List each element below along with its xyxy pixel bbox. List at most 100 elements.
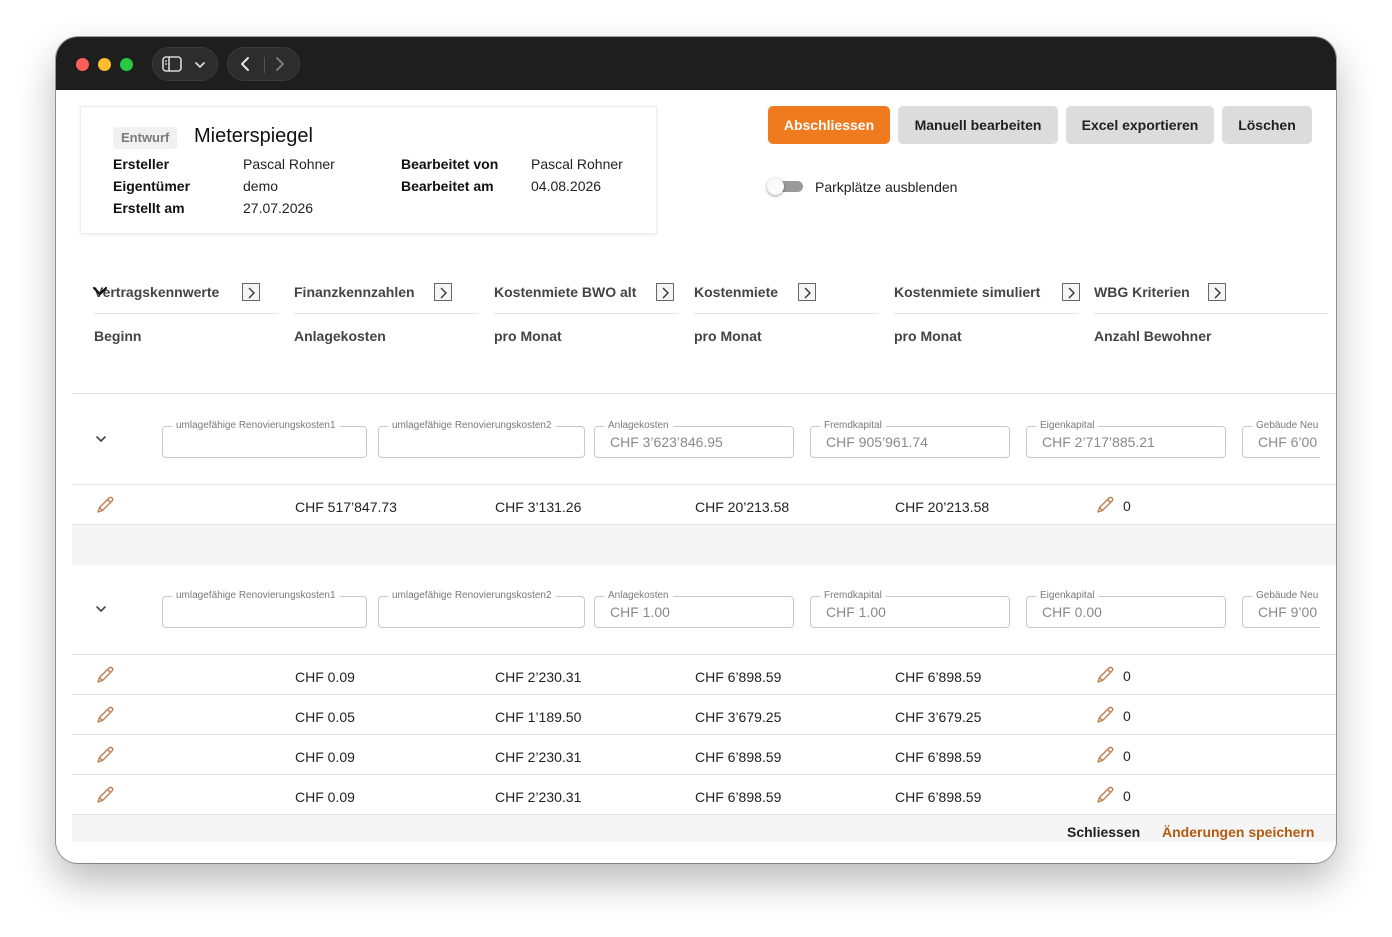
kostenmiete-cell: CHF 3’679.25	[695, 709, 782, 725]
chevron-right-icon	[1068, 287, 1075, 299]
field-value: CHF 1.00	[826, 604, 886, 620]
column-subheader: Anlagekosten	[294, 328, 386, 344]
edit-pencil-icon[interactable]	[1094, 664, 1116, 686]
expand-column-button[interactable]	[434, 283, 452, 301]
collapse-columns-icon[interactable]	[92, 286, 108, 298]
kostenmiete-simuliert-cell: CHF 3’679.25	[895, 709, 982, 725]
edited-by-value: Pascal Rohner	[531, 156, 623, 172]
field-value: CHF 9’00	[1258, 604, 1318, 620]
column-group-title: Finanzkennzahlen	[294, 284, 415, 300]
field-value: CHF 3’623’846.95	[610, 434, 723, 450]
bwo-alt-cell: CHF 2’230.31	[495, 749, 582, 765]
zoom-window-button[interactable]	[120, 58, 133, 71]
field-label: umlagefähige Renovierungskosten2	[388, 590, 556, 602]
expand-column-button[interactable]	[1208, 283, 1226, 301]
group-field[interactable]: Anlagekosten CHF 3’623’846.95	[594, 420, 794, 458]
group-field[interactable]: Fremdkapital CHF 905’961.74	[810, 420, 1010, 458]
edit-pencil-icon[interactable]	[94, 704, 116, 726]
edit-pencil-icon[interactable]	[94, 494, 116, 516]
chevron-right-icon	[1214, 287, 1221, 299]
field-label: umlagefähige Renovierungskosten2	[388, 420, 556, 432]
expand-column-button[interactable]	[798, 283, 816, 301]
bewohner-cell: 0	[1123, 748, 1131, 764]
field-label: Fremdkapital	[820, 420, 886, 432]
save-changes-button[interactable]: Änderungen speichern	[1162, 824, 1314, 840]
kostenmiete-cell: CHF 6’898.59	[695, 669, 782, 685]
edit-pencil-icon[interactable]	[94, 664, 116, 686]
info-card: Entwurf Mieterspiegel Ersteller Pascal R…	[80, 106, 657, 234]
clipped-field-wrapper: Gebäude Neu CHF 6’00	[1242, 416, 1320, 462]
column-subheader: Anzahl Bewohner	[1094, 328, 1212, 344]
close-window-button[interactable]	[76, 58, 89, 71]
table-row: CHF 0.05 CHF 1’189.50 CHF 3’679.25 CHF 3’67…	[72, 695, 1336, 735]
group-field[interactable]: Fremdkapital CHF 1.00	[810, 590, 1010, 628]
expand-column-button[interactable]	[242, 283, 260, 301]
bwo-alt-cell: CHF 3’131.26	[495, 499, 582, 515]
edit-pencil-icon[interactable]	[1094, 744, 1116, 766]
sidebar-toggle-group[interactable]	[152, 47, 218, 81]
expand-column-button[interactable]	[1062, 283, 1080, 301]
clipped-field-wrapper: Gebäude Neu CHF 9’00	[1242, 586, 1320, 632]
group-field[interactable]: Eigenkapital CHF 2’717’885.21	[1026, 420, 1226, 458]
group-field[interactable]: Eigenkapital CHF 0.00	[1026, 590, 1226, 628]
kostenmiete-simuliert-cell: CHF 6’898.59	[895, 789, 982, 805]
toggle-knob	[767, 178, 784, 195]
kostenmiete-simuliert-cell: CHF 20’213.58	[895, 499, 990, 515]
chevron-down-icon[interactable]	[94, 602, 108, 616]
field-label: Eigenkapital	[1036, 590, 1099, 602]
finish-button[interactable]: Abschliessen	[768, 106, 890, 144]
column-group-header: Kostenmiete simuliert	[894, 268, 1080, 314]
kostenmiete-cell: CHF 20’213.58	[695, 499, 790, 515]
group-field[interactable]: umlagefähige Renovierungskosten1	[162, 420, 367, 458]
column-group-title: WBG Kriterien	[1094, 284, 1190, 300]
anlagekosten-cell: CHF 517’847.73	[295, 499, 397, 515]
column-subheader: Beginn	[94, 328, 142, 344]
table-row: CHF 0.09 CHF 2’230.31 CHF 6’898.59 CHF 6’89…	[72, 775, 1336, 815]
owner-label: Eigentümer	[113, 178, 191, 194]
kostenmiete-simuliert-cell: CHF 6’898.59	[895, 749, 982, 765]
group-field[interactable]: Gebäude Neu CHF 9’00	[1242, 590, 1320, 628]
group-field[interactable]: umlagefähige Renovierungskosten1	[162, 590, 367, 628]
expand-column-button[interactable]	[656, 283, 674, 301]
kostenmiete-cell: CHF 6’898.59	[695, 789, 782, 805]
field-label: umlagefähige Renovierungskosten1	[172, 590, 340, 602]
column-group-title: Kostenmiete BWO alt	[494, 284, 637, 300]
hide-parking-toggle[interactable]	[767, 178, 803, 195]
status-badge: Entwurf	[113, 127, 178, 149]
header-divider	[72, 393, 1336, 394]
field-value: CHF 905’961.74	[826, 434, 928, 450]
chevron-left-icon[interactable]	[239, 56, 251, 72]
table-row: CHF 0.09 CHF 2’230.31 CHF 6’898.59 CHF 6’89…	[72, 735, 1336, 775]
export-excel-button[interactable]: Excel exportieren	[1066, 106, 1214, 144]
field-label: Fremdkapital	[820, 590, 886, 602]
edit-pencil-icon[interactable]	[1094, 784, 1116, 806]
edit-pencil-icon[interactable]	[94, 784, 116, 806]
group-field[interactable]: Anlagekosten CHF 1.00	[594, 590, 794, 628]
minimize-window-button[interactable]	[98, 58, 111, 71]
chevron-right-icon	[440, 287, 447, 299]
close-button[interactable]: Schliessen	[1067, 824, 1140, 840]
group-field[interactable]: umlagefähige Renovierungskosten2	[378, 590, 585, 628]
column-group-header: Kostenmiete	[694, 268, 878, 314]
bewohner-cell: 0	[1123, 498, 1131, 514]
edit-pencil-icon[interactable]	[94, 744, 116, 766]
manual-edit-button[interactable]: Manuell bearbeiten	[898, 106, 1058, 144]
group-field[interactable]: Gebäude Neu CHF 6’00	[1242, 420, 1320, 458]
sidebar-toggle-icon[interactable]	[162, 56, 182, 72]
anlagekosten-cell: CHF 0.09	[295, 749, 355, 765]
chevron-right-icon[interactable]	[274, 56, 286, 72]
field-value: CHF 1.00	[610, 604, 670, 620]
delete-button[interactable]: Löschen	[1222, 106, 1312, 144]
edited-at-value: 04.08.2026	[531, 178, 602, 194]
creator-label: Ersteller	[113, 156, 170, 172]
bewohner-cell: 0	[1123, 708, 1131, 724]
chevron-down-icon[interactable]	[94, 432, 108, 446]
anlagekosten-cell: CHF 0.09	[295, 669, 355, 685]
kostenmiete-simuliert-cell: CHF 6’898.59	[895, 669, 982, 685]
chevron-down-icon[interactable]	[194, 60, 206, 70]
bewohner-cell: 0	[1123, 788, 1131, 804]
edit-pencil-icon[interactable]	[1094, 704, 1116, 726]
edit-pencil-icon[interactable]	[1094, 494, 1116, 516]
navigation-group	[227, 47, 300, 81]
group-field[interactable]: umlagefähige Renovierungskosten2	[378, 420, 585, 458]
